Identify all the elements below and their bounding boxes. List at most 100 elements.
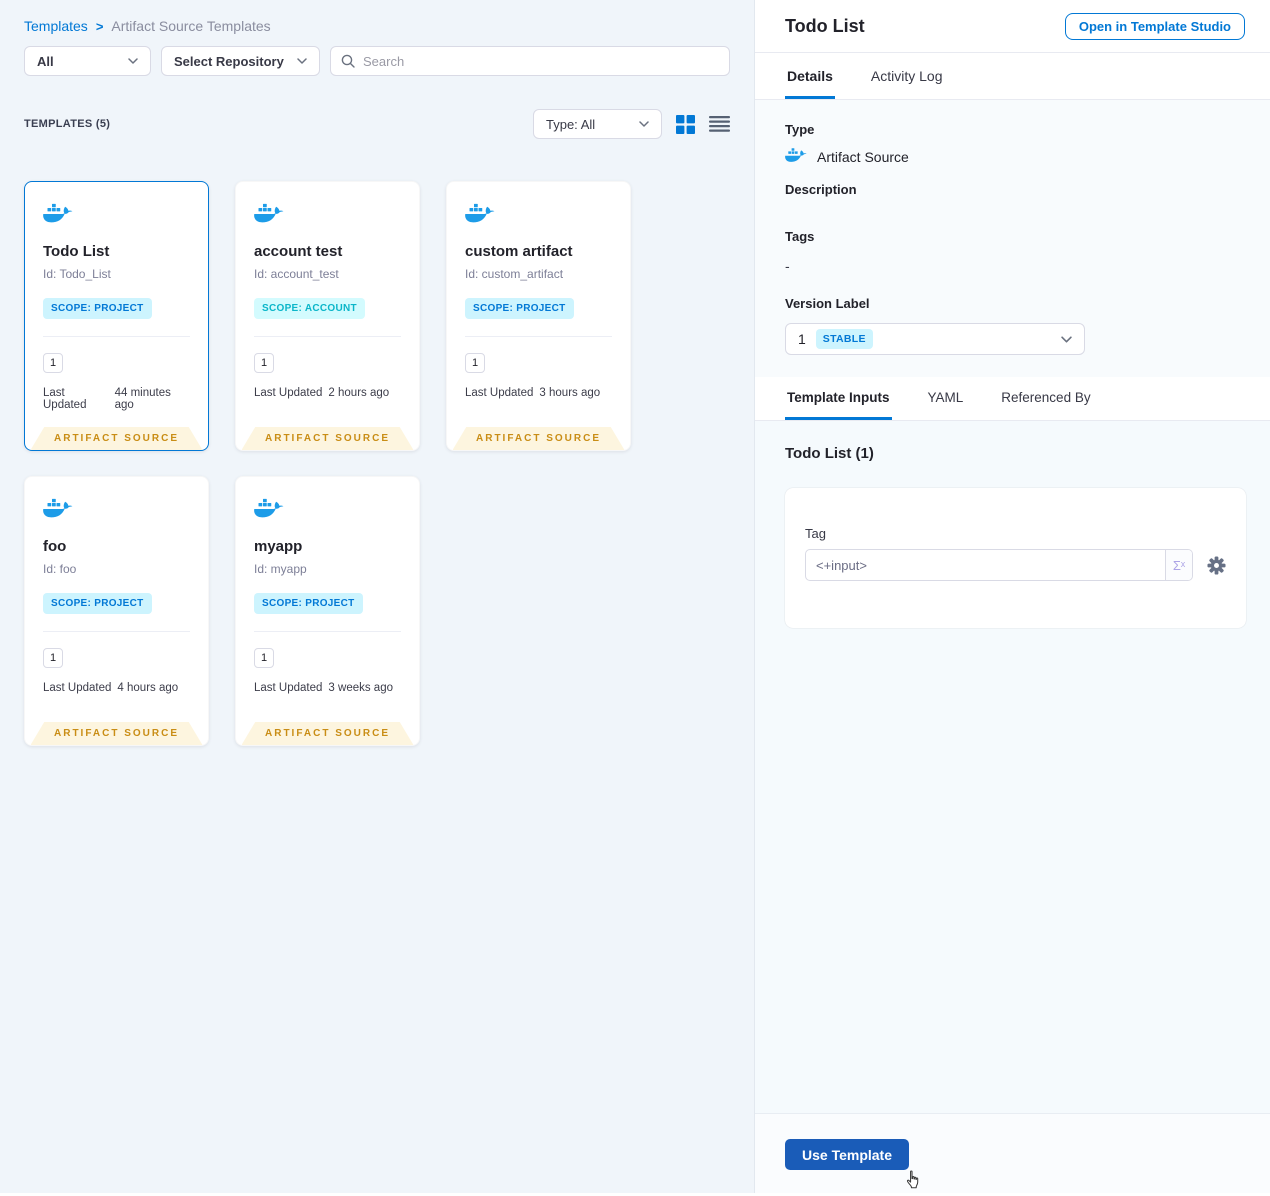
chevron-down-icon	[1061, 335, 1072, 343]
tab-details[interactable]: Details	[785, 53, 835, 99]
type-label: Type	[785, 122, 815, 137]
grid-view-icon[interactable]	[676, 114, 695, 134]
mouse-pointer-cursor-icon	[905, 1170, 922, 1196]
templates-count-label: TEMPLATES (5)	[24, 118, 111, 130]
detail-header: Todo List Open in Template Studio	[755, 0, 1270, 53]
scope-badge: SCOPE: PROJECT	[254, 593, 363, 614]
detail-footer: Use Template	[755, 1113, 1270, 1193]
tab-activity-log[interactable]: Activity Log	[869, 53, 945, 99]
breadcrumb: Templates > Artifact Source Templates	[24, 18, 730, 34]
breadcrumb-separator-icon: >	[95, 18, 104, 34]
tag-label: Tag	[805, 526, 826, 541]
chevron-down-icon	[297, 58, 307, 64]
open-in-template-studio-button[interactable]: Open in Template Studio	[1064, 12, 1245, 40]
breadcrumb-current: Artifact Source Templates	[111, 18, 271, 34]
tags-value: -	[785, 258, 790, 274]
tag-input-card: Tag Σˣ	[785, 488, 1246, 628]
docker-icon	[254, 202, 401, 229]
last-updated: Last Updated 44 minutes ago	[43, 387, 171, 411]
templates-list-panel: Templates > Artifact Source Templates Al…	[0, 0, 755, 1193]
description-label: Description	[785, 182, 857, 197]
last-updated: Last Updated 3 hours ago	[465, 387, 601, 399]
detail-tabs: Details Activity Log	[755, 53, 1270, 100]
scope-badge: SCOPE: ACCOUNT	[254, 298, 365, 319]
last-updated: Last Updated 4 hours ago	[43, 682, 179, 694]
template-card-id: Id: foo	[43, 562, 77, 576]
template-card-id: Id: myapp	[254, 562, 307, 576]
last-updated: Last Updated 3 weeks ago	[254, 682, 393, 694]
template-card-title: custom artifact	[465, 243, 573, 260]
template-card-id: Id: custom_artifact	[465, 267, 564, 281]
template-card-custom-artifact[interactable]: custom artifact Id: custom_artifact SCOP…	[446, 181, 631, 451]
version-number: 1	[798, 331, 806, 347]
scope-badge: SCOPE: PROJECT	[43, 593, 152, 614]
artifact-source-banner: ARTIFACT SOURCE	[241, 427, 414, 450]
template-card-id: Id: Todo_List	[43, 267, 111, 281]
last-updated: Last Updated 2 hours ago	[254, 387, 390, 399]
artifact-source-banner: ARTIFACT SOURCE	[452, 427, 625, 450]
repository-filter-dropdown[interactable]: Select Repository	[161, 46, 320, 76]
type-filter-value: Type: All	[546, 116, 596, 132]
expression-sigma-button[interactable]: Σˣ	[1165, 550, 1192, 580]
scope-badge: SCOPE: PROJECT	[465, 298, 574, 319]
template-card-myapp[interactable]: myapp Id: myapp SCOPE: PROJECT 1 Last Up…	[235, 476, 420, 746]
docker-icon	[254, 497, 401, 524]
template-card-foo[interactable]: foo Id: foo SCOPE: PROJECT 1 Last Update…	[24, 476, 209, 746]
version-count-badge: 1	[43, 648, 63, 668]
tab-yaml[interactable]: YAML	[926, 377, 966, 420]
tab-template-inputs[interactable]: Template Inputs	[785, 377, 892, 420]
version-label: Version Label	[785, 296, 870, 311]
list-view-icon[interactable]	[709, 116, 730, 132]
scope-badge: SCOPE: PROJECT	[43, 298, 152, 319]
artifact-source-banner: ARTIFACT SOURCE	[30, 427, 203, 450]
gear-icon[interactable]	[1207, 555, 1226, 575]
list-header: TEMPLATES (5) Type: All	[24, 109, 730, 139]
tag-input[interactable]	[806, 550, 1165, 580]
search-box	[330, 46, 730, 76]
type-value: Artifact Source	[785, 147, 1240, 166]
inputs-heading: Todo List (1)	[785, 445, 874, 462]
use-template-button[interactable]: Use Template	[785, 1139, 909, 1170]
search-input[interactable]	[363, 53, 719, 69]
inputs-tabs: Template Inputs YAML Referenced By	[755, 377, 1270, 421]
search-icon	[341, 54, 355, 68]
inputs-content: Todo List (1) Tag Σˣ	[755, 421, 1270, 1113]
template-detail-panel: Todo List Open in Template Studio Detail…	[755, 0, 1270, 1193]
template-card-title: Todo List	[43, 243, 110, 260]
templates-grid: Todo List Id: Todo_List SCOPE: PROJECT 1…	[24, 181, 730, 746]
divider	[465, 336, 612, 337]
artifact-source-banner: ARTIFACT SOURCE	[30, 722, 203, 745]
artifact-source-banner: ARTIFACT SOURCE	[241, 722, 414, 745]
divider	[254, 336, 401, 337]
detail-title: Todo List	[785, 15, 865, 36]
divider	[43, 631, 190, 632]
docker-icon	[43, 202, 190, 229]
stable-badge: STABLE	[815, 329, 873, 349]
divider	[43, 336, 190, 337]
detail-fields: Type Artifact Source Description Tags - …	[755, 100, 1270, 377]
type-filter-dropdown[interactable]: Type: All	[533, 109, 662, 139]
type-value-text: Artifact Source	[817, 148, 909, 165]
breadcrumb-templates-link[interactable]: Templates	[24, 18, 88, 34]
version-count-badge: 1	[254, 648, 274, 668]
template-card-title: foo	[43, 538, 67, 555]
repository-filter-value: Select Repository	[174, 53, 284, 69]
chevron-down-icon	[128, 58, 138, 64]
chevron-down-icon	[639, 121, 649, 127]
divider	[254, 631, 401, 632]
docker-icon	[785, 147, 807, 166]
template-card-account-test[interactable]: account test Id: account_test SCOPE: ACC…	[235, 181, 420, 451]
version-count-badge: 1	[43, 353, 63, 373]
filter-row: All Select Repository	[24, 46, 730, 76]
version-select-dropdown[interactable]: 1 STABLE	[785, 323, 1085, 355]
tab-referenced-by[interactable]: Referenced By	[999, 377, 1092, 420]
scope-filter-dropdown[interactable]: All	[24, 46, 151, 76]
scope-filter-value: All	[37, 53, 54, 69]
template-card-title: myapp	[254, 538, 303, 555]
template-card-todo-list[interactable]: Todo List Id: Todo_List SCOPE: PROJECT 1…	[24, 181, 209, 451]
view-toggle	[676, 114, 730, 134]
template-card-id: Id: account_test	[254, 267, 339, 281]
version-count-badge: 1	[254, 353, 274, 373]
version-count-badge: 1	[465, 353, 485, 373]
docker-icon	[465, 202, 612, 229]
